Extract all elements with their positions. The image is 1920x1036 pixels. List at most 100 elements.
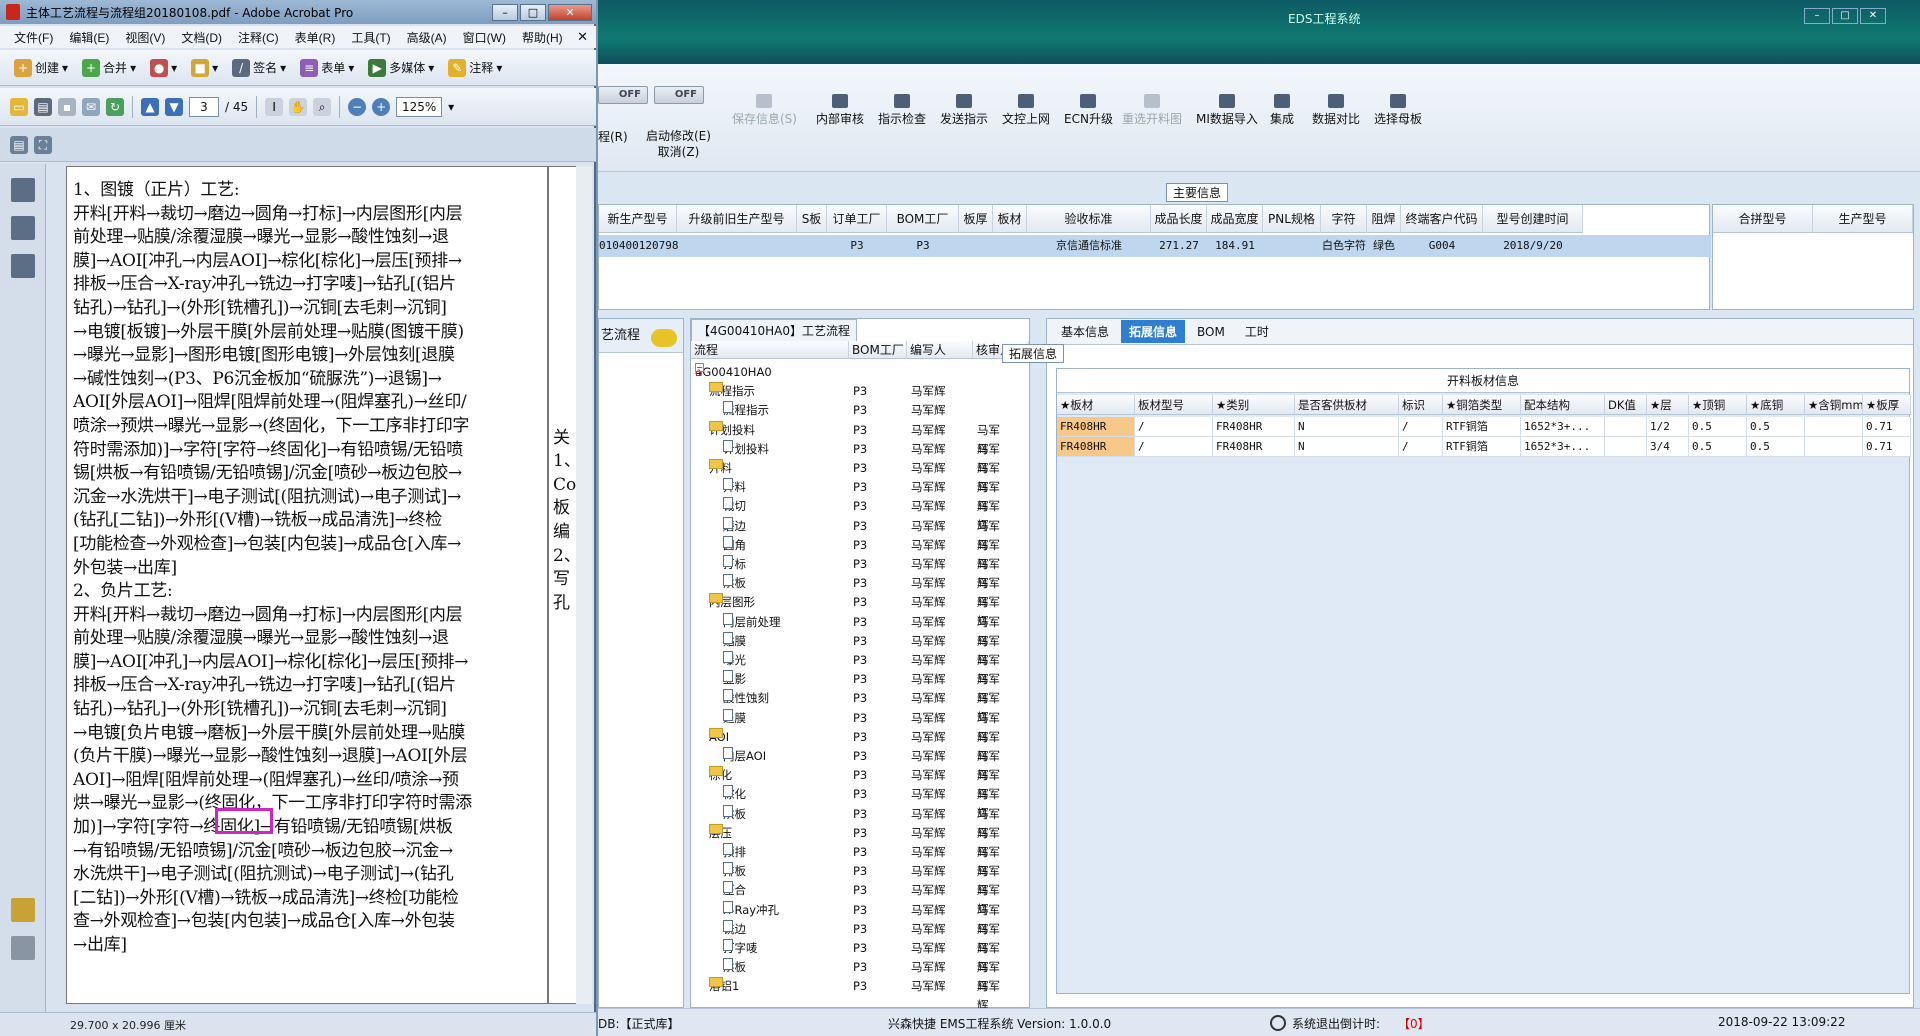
tab-extended-info[interactable]: 拓展信息	[1121, 320, 1186, 343]
tree-row[interactable]: 贴膜 P3 马军辉 马军辉	[691, 631, 1011, 667]
ext-grid-cell[interactable]: 0.5	[1689, 417, 1747, 437]
grid-header[interactable]: 成品宽度	[1207, 205, 1263, 233]
close-document-icon[interactable]: ✕	[577, 29, 596, 45]
tree-row[interactable]: 压合 P3 马军辉 马军辉	[691, 881, 1011, 916]
tree-row[interactable]: 裁切 P3 马军辉 马军辉	[691, 497, 1011, 532]
ext-grid-cell[interactable]: 0.71	[1863, 417, 1911, 437]
tree-row[interactable]: − 层压P3马军辉马军辉	[691, 823, 1011, 859]
tree-row[interactable]: 内层AOI P3 马军辉 马军辉	[691, 747, 1011, 782]
multimedia-button[interactable]: ▶ 多媒体 ▾	[364, 57, 438, 79]
menu-tools[interactable]: 工具(T)	[343, 29, 398, 46]
ext-grid-header[interactable]: ★含铜mm	[1805, 395, 1863, 415]
tree-row[interactable]: − 计划投料P3马军辉马军辉	[691, 420, 1011, 456]
ext-grid-cell[interactable]: FR408HR	[1057, 417, 1135, 437]
ext-grid-cell[interactable]: N	[1295, 417, 1399, 437]
ext-grid-header[interactable]: 板材型号	[1135, 395, 1213, 415]
zoom-dropdown-icon[interactable]: ▾	[448, 100, 454, 114]
tree-row[interactable]: 圆角 P3 马军辉 马军辉	[691, 535, 1011, 571]
menu-edit[interactable]: 编辑(E)	[61, 29, 117, 46]
ext-grid-header[interactable]: 是否客供板材	[1295, 395, 1399, 415]
menu-window[interactable]: 窗口(W)	[455, 29, 514, 46]
tool-save-info[interactable]: 保存信息(S)	[732, 94, 797, 127]
vertical-scrollbar[interactable]	[576, 166, 592, 1004]
collaborate-button[interactable]: ● ▾	[146, 57, 181, 79]
tool-internal-review[interactable]: 内部审核	[816, 94, 864, 127]
select-cursor-icon[interactable]: I	[265, 97, 284, 116]
grid-header[interactable]: S板	[797, 205, 827, 233]
ext-grid-cell[interactable]: 0.5	[1747, 417, 1805, 437]
tree-header-writer[interactable]: 编写人	[907, 341, 973, 359]
hand-icon[interactable]: ✋	[289, 97, 308, 116]
ext-grid-header[interactable]: ★层	[1647, 395, 1689, 415]
tree-row[interactable]: 磨边 P3 马军辉 马军辉	[691, 516, 1011, 552]
ext-grid-cell[interactable]: /	[1135, 437, 1213, 457]
comments-panel-icon[interactable]	[10, 898, 35, 922]
tree-row[interactable]: 打字唛 P3 马军辉 马军辉	[691, 939, 1011, 974]
tool-ecn-upgrade[interactable]: ECN升级	[1064, 94, 1113, 127]
grid-header[interactable]: 升级前旧生产型号	[677, 205, 797, 233]
ext-grid-header[interactable]: 配本结构	[1521, 395, 1605, 415]
grid-cell[interactable]: 010400120798	[599, 235, 678, 257]
menu-comments[interactable]: 注释(C)	[230, 29, 287, 46]
grid-header[interactable]: 成品长度	[1151, 205, 1207, 233]
menu-file[interactable]: 文件(F)	[6, 29, 61, 46]
grid-cell[interactable]: 绿色	[1367, 235, 1401, 257]
grid-cell[interactable]: 白色字符	[1321, 235, 1367, 257]
tree-header-bom[interactable]: BOM工厂	[849, 341, 907, 359]
grid-header[interactable]: 生产型号	[1813, 205, 1913, 233]
share-icon[interactable]: ↻	[106, 97, 124, 116]
acrobat-titlebar[interactable]: 主体工艺流程与流程组20180108.pdf - Adobe Acrobat P…	[0, 0, 596, 24]
grid-cell[interactable]: P3	[827, 235, 887, 257]
grid-cell[interactable]: 184.91	[1207, 235, 1263, 257]
ext-grid-header[interactable]: ★顶铜	[1689, 395, 1747, 415]
grid-header[interactable]: 板厚	[959, 205, 993, 233]
prev-page-icon[interactable]: ▲	[141, 97, 159, 116]
menu-help[interactable]: 帮助(H)	[514, 29, 571, 46]
tool-process[interactable]: 程(R)	[598, 128, 628, 145]
grid-header[interactable]: 板材	[993, 205, 1027, 233]
sign-button[interactable]: / 签名 ▾	[228, 57, 290, 79]
tool-instruction-check[interactable]: 指示检查	[878, 94, 926, 127]
tree-row[interactable]: 铣边 P3 马军辉 马军辉	[691, 919, 1011, 955]
tool-integrate[interactable]: 集成	[1270, 94, 1294, 127]
ext-grid-header[interactable]: ★类别	[1213, 395, 1295, 415]
tab-basic-info[interactable]: 基本信息	[1053, 320, 1117, 343]
print-icon[interactable]: ▤	[34, 97, 52, 116]
zoom-marquee-icon[interactable]: ⌕	[313, 97, 332, 116]
grid-header[interactable]: BOM工厂	[887, 205, 959, 233]
zoom-in-icon[interactable]: +	[372, 97, 391, 116]
grid-cell[interactable]: 京信通信标准	[1027, 235, 1151, 257]
tree-row[interactable]: − 内层图形P3马军辉马军辉	[691, 593, 1011, 628]
close-button[interactable]: ✕	[548, 3, 592, 21]
ext-grid-cell[interactable]	[1605, 437, 1647, 457]
grid-header[interactable]: PNL规格	[1263, 205, 1321, 233]
tool-select-mother[interactable]: 选择母板	[1374, 94, 1422, 127]
ext-grid-cell[interactable]: 0.71	[1863, 437, 1911, 457]
ext-grid-cell[interactable]: 3/4	[1647, 437, 1689, 457]
combine-button[interactable]: + 合并 ▾	[78, 57, 140, 79]
email-icon[interactable]: ✉	[82, 97, 100, 116]
tree-row[interactable]: 退膜 P3 马军辉 马军辉	[691, 708, 1011, 744]
ext-grid-cell[interactable]	[1605, 417, 1647, 437]
tree-row[interactable]: 内层前处理 P3 马军辉 马军辉	[691, 612, 1011, 648]
grid-header[interactable]: 字符	[1321, 205, 1367, 233]
tool-start-edit[interactable]: 启动修改(E) 取消(Z)	[646, 128, 711, 160]
attachments-icon[interactable]	[10, 936, 35, 960]
ext-grid-cell[interactable]: 1/2	[1647, 417, 1689, 437]
tree-row[interactable]: − 溶铝1P3马军辉马军辉	[691, 977, 1011, 1012]
tree-row[interactable]: − 开料P3马军辉马军辉	[691, 459, 1011, 494]
fit-page-icon[interactable]: ▤	[10, 135, 28, 154]
grid-cell[interactable]: P3	[887, 235, 959, 257]
full-screen-icon[interactable]: ⛶	[34, 135, 52, 154]
open-folder-icon[interactable]: ▭	[10, 97, 28, 116]
zoom-input[interactable]: 125%	[396, 96, 443, 117]
ext-grid-header[interactable]: ★铜箔类型	[1443, 395, 1521, 415]
ext-grid-cell[interactable]: RTF铜箔	[1443, 437, 1521, 457]
maximize-button[interactable]: □	[520, 3, 546, 21]
tree-row[interactable]: 开料 P3 马军辉 马军辉	[691, 478, 1011, 513]
grid-cell[interactable]: 271.27	[1151, 235, 1207, 257]
ext-grid-cell[interactable]: 0.5	[1689, 437, 1747, 457]
chat-bubble-icon[interactable]	[651, 329, 677, 347]
tree-row[interactable]: 排板 P3 马军辉 马军辉	[691, 862, 1011, 897]
eds-close-button[interactable]: ✕	[1860, 8, 1886, 24]
